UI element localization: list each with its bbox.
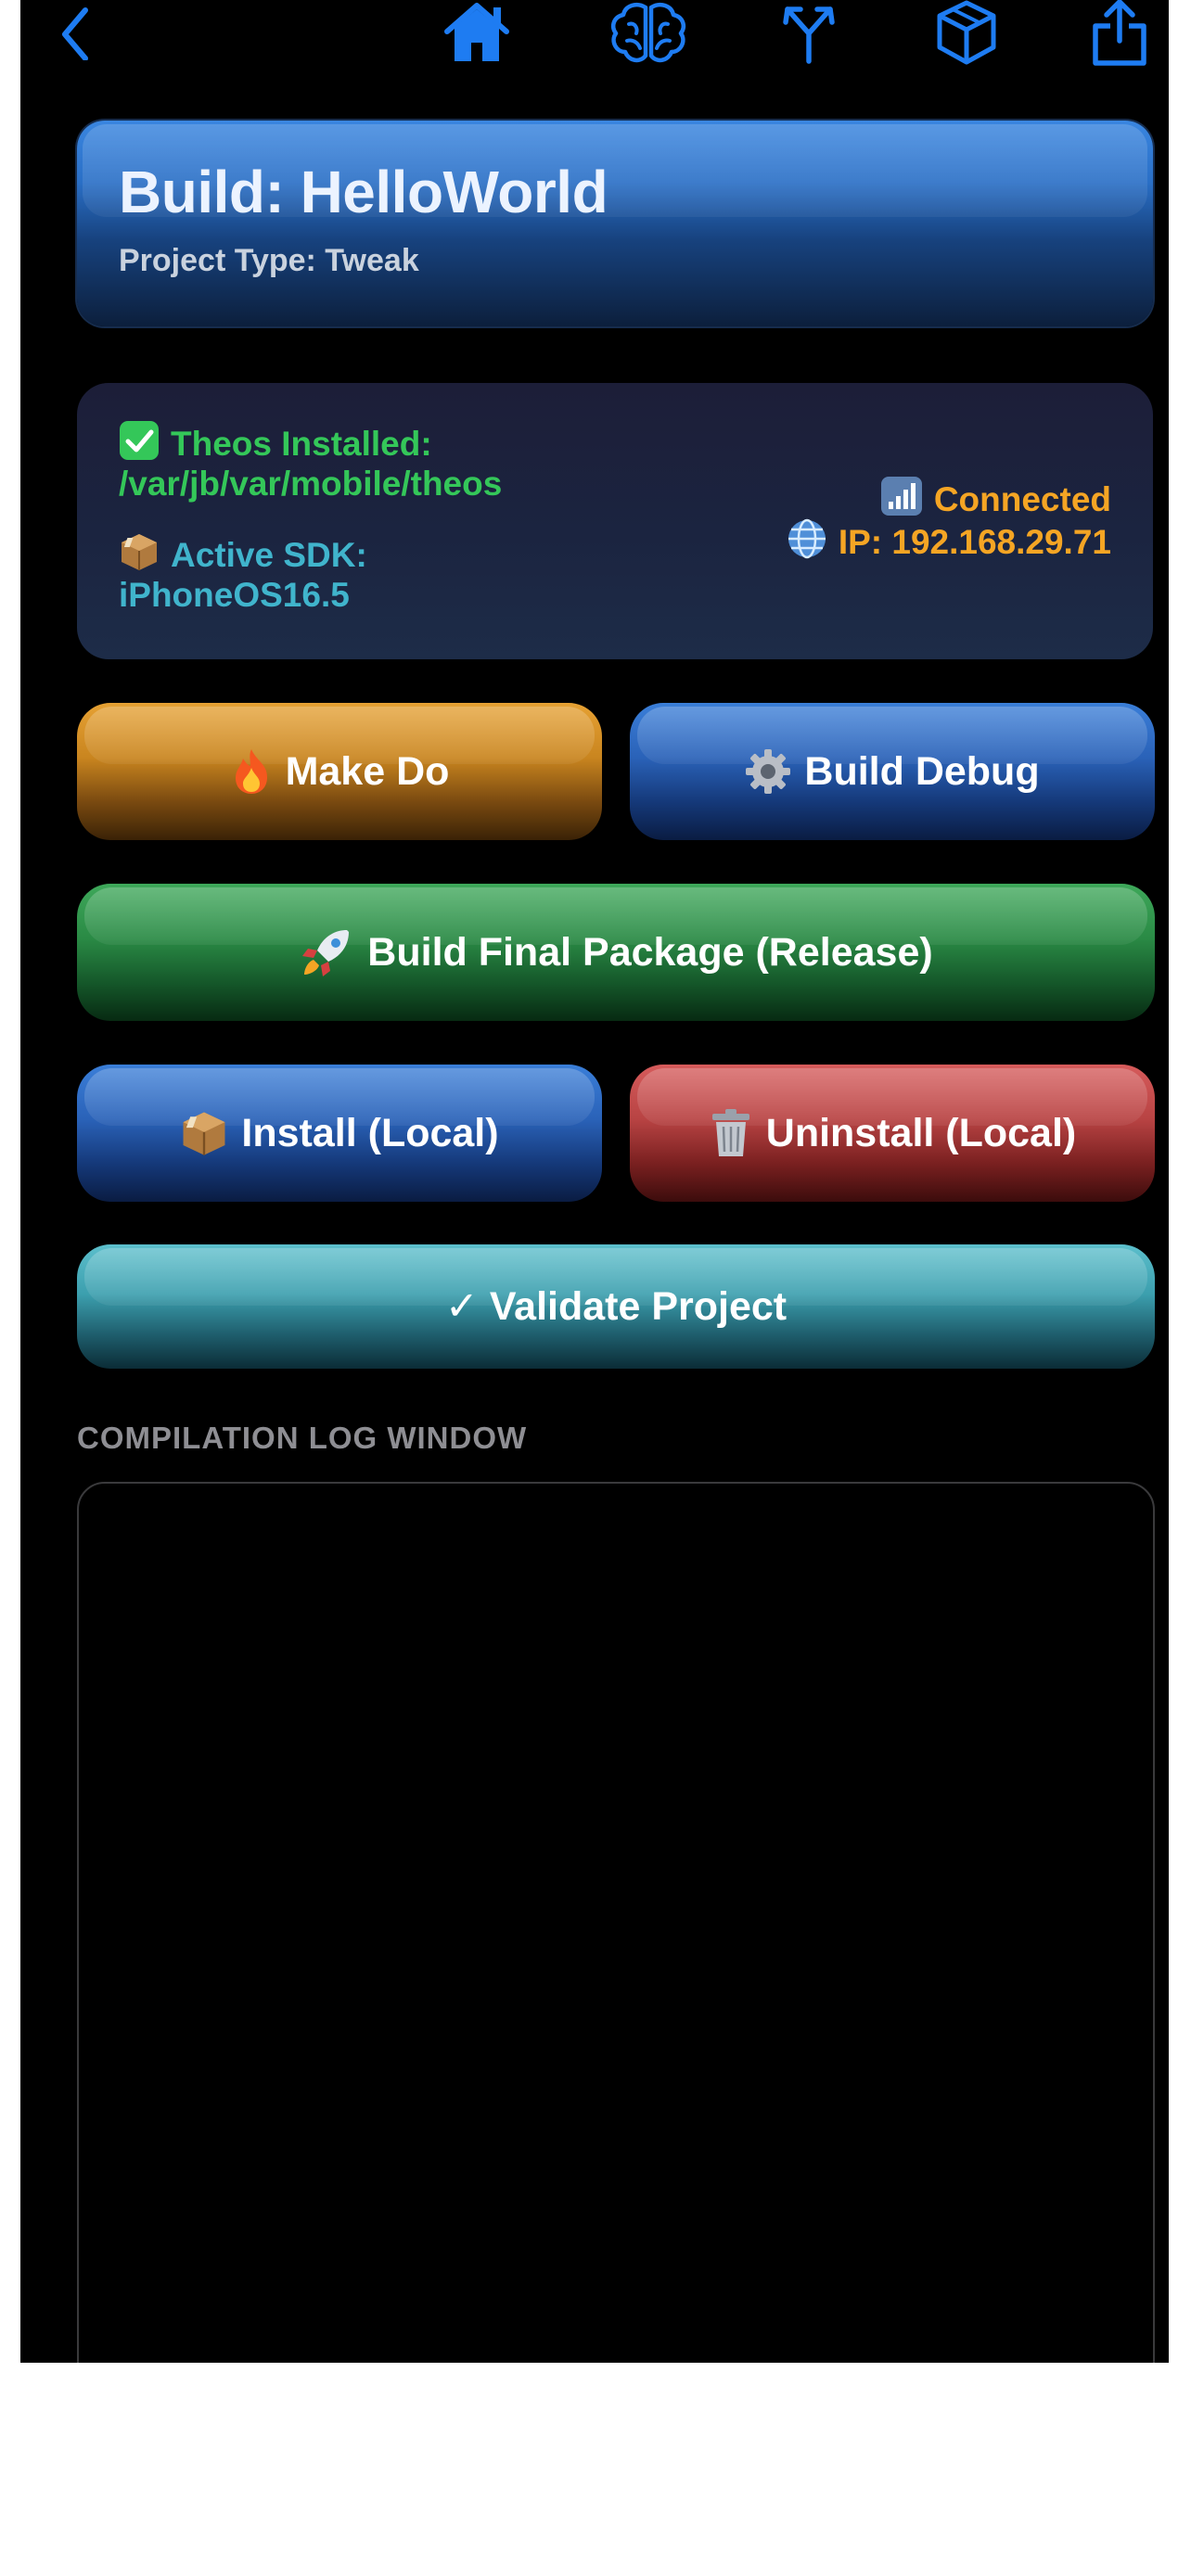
- install-local-button[interactable]: Install (Local): [77, 1065, 602, 1202]
- make-do-button[interactable]: Make Do: [77, 703, 602, 840]
- uninstall-local-button[interactable]: Uninstall (Local): [630, 1065, 1155, 1202]
- package-button[interactable]: [929, 0, 1004, 65]
- validate-project-button[interactable]: ✓ Validate Project: [77, 1244, 1155, 1369]
- theos-path: /var/jb/var/mobile/theos: [119, 465, 503, 503]
- package-icon: [180, 1109, 228, 1157]
- home-icon: [444, 3, 509, 61]
- branch-icon: [783, 6, 835, 64]
- compilation-log-window[interactable]: [77, 1482, 1155, 2363]
- app-screen: Build: HelloWorld Project Type: Tweak Th…: [20, 0, 1169, 2363]
- project-type-label: Project Type: Tweak: [119, 243, 419, 278]
- build-final-package-label: Build Final Package (Release): [367, 929, 933, 975]
- brain-button[interactable]: [607, 0, 690, 65]
- fire-icon: [230, 747, 273, 796]
- project-header-card: Build: HelloWorld Project Type: Tweak: [77, 121, 1153, 326]
- log-section-label: COMPILATION LOG WINDOW: [77, 1421, 528, 1455]
- ip-address: IP: 192.168.29.71: [838, 523, 1111, 561]
- back-button[interactable]: [48, 0, 104, 65]
- ip-status: IP: 192.168.29.71: [787, 518, 1111, 569]
- rocket-icon: [299, 925, 354, 980]
- make-do-label: Make Do: [285, 748, 450, 794]
- sdk-value: iPhoneOS16.5: [119, 576, 350, 614]
- nav-bar: [20, 0, 1169, 74]
- page-title: Build: HelloWorld: [119, 159, 608, 225]
- connection-label: Connected: [933, 480, 1111, 518]
- globe-icon: [787, 518, 827, 569]
- build-debug-button[interactable]: Build Debug: [630, 703, 1155, 840]
- build-debug-label: Build Debug: [804, 748, 1040, 794]
- share-button[interactable]: [1087, 0, 1152, 66]
- uninstall-local-label: Uninstall (Local): [765, 1110, 1077, 1155]
- environment-status-card: Theos Installed: /var/jb/var/mobile/theo…: [77, 383, 1153, 659]
- validate-project-label: ✓ Validate Project: [444, 1284, 788, 1329]
- build-final-package-button[interactable]: Build Final Package (Release): [77, 884, 1155, 1021]
- trash-icon: [709, 1108, 753, 1158]
- cube-icon: [937, 0, 996, 65]
- branch-button[interactable]: [772, 0, 846, 65]
- install-local-label: Install (Local): [241, 1110, 499, 1155]
- home-button[interactable]: [440, 0, 514, 65]
- theos-label: Theos Installed:: [171, 425, 432, 463]
- brain-icon: [611, 3, 685, 63]
- gear-icon: [745, 748, 791, 795]
- sdk-label: Active SDK:: [171, 536, 367, 574]
- chevron-left-icon: [62, 7, 88, 60]
- share-icon: [1093, 0, 1146, 66]
